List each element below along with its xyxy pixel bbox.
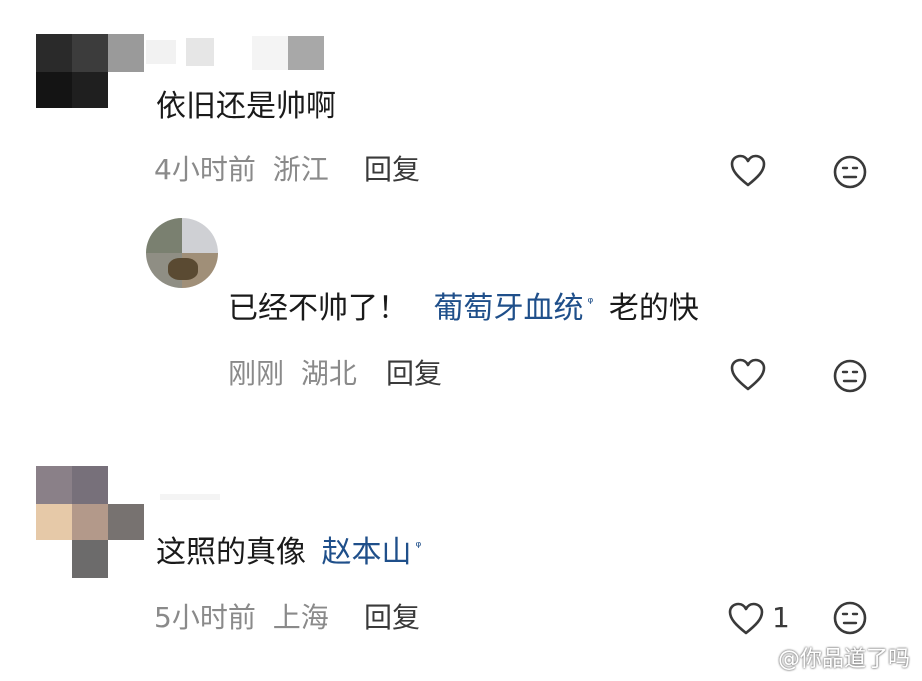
search-small-icon: ᵠ <box>587 295 594 311</box>
comment-location-3: 上海 <box>272 601 329 634</box>
neutral-face-icon[interactable] <box>832 600 868 636</box>
avatar-comment-3[interactable] <box>36 466 146 578</box>
heart-outline-icon[interactable] <box>728 602 764 636</box>
comment-time-2: 刚刚 <box>228 357 285 390</box>
comment-meta-1: 4小时前 浙江 <box>154 156 329 184</box>
search-small-icon: ᵠ <box>415 539 422 555</box>
reply-button-2[interactable]: 回复 <box>386 360 442 388</box>
watermark-text: @你品道了吗 <box>777 647 910 672</box>
username-blurred-3[interactable] <box>146 494 226 502</box>
mention-link-3[interactable]: 赵本山 ᵠ <box>322 535 422 570</box>
like-count-3: 1 <box>772 601 790 634</box>
neutral-face-icon[interactable] <box>832 154 868 190</box>
reply-button-1[interactable]: 回复 <box>364 156 420 184</box>
comment-location-1: 浙江 <box>272 153 329 186</box>
comment-text-3: 这照的真像 赵本山 ᵠ <box>156 538 421 568</box>
neutral-face-icon[interactable] <box>832 358 868 394</box>
comment-text-2: 已经不帅了！ 葡萄牙血统 ᵠ 老的快 <box>228 294 699 324</box>
comment-text-2-suffix: 老的快 <box>608 291 699 326</box>
comment-text-2-prefix: 已经不帅了！ <box>228 291 408 326</box>
comment-time-3: 5小时前 <box>154 601 256 634</box>
heart-outline-icon[interactable] <box>730 154 766 188</box>
comment-time-1: 4小时前 <box>154 153 256 186</box>
comment-text-3-prefix: 这照的真像 <box>156 535 306 570</box>
mention-text-3[interactable]: 赵本山 <box>322 535 412 570</box>
reply-button-3[interactable]: 回复 <box>364 604 420 632</box>
comment-location-2: 湖北 <box>300 357 357 390</box>
username-blurred-1[interactable] <box>146 36 326 70</box>
comment-text-1: 依旧还是帅啊 <box>156 89 336 124</box>
avatar-comment-1[interactable] <box>36 34 146 108</box>
mention-text-2[interactable]: 葡萄牙血统 <box>434 291 584 326</box>
avatar-comment-2[interactable] <box>146 218 218 288</box>
comment-meta-3: 5小时前 上海 <box>154 604 329 632</box>
comment-meta-2: 刚刚 湖北 <box>228 360 357 388</box>
mention-link-2[interactable]: 葡萄牙血统 ᵠ <box>434 291 603 326</box>
heart-outline-icon[interactable] <box>730 358 766 392</box>
